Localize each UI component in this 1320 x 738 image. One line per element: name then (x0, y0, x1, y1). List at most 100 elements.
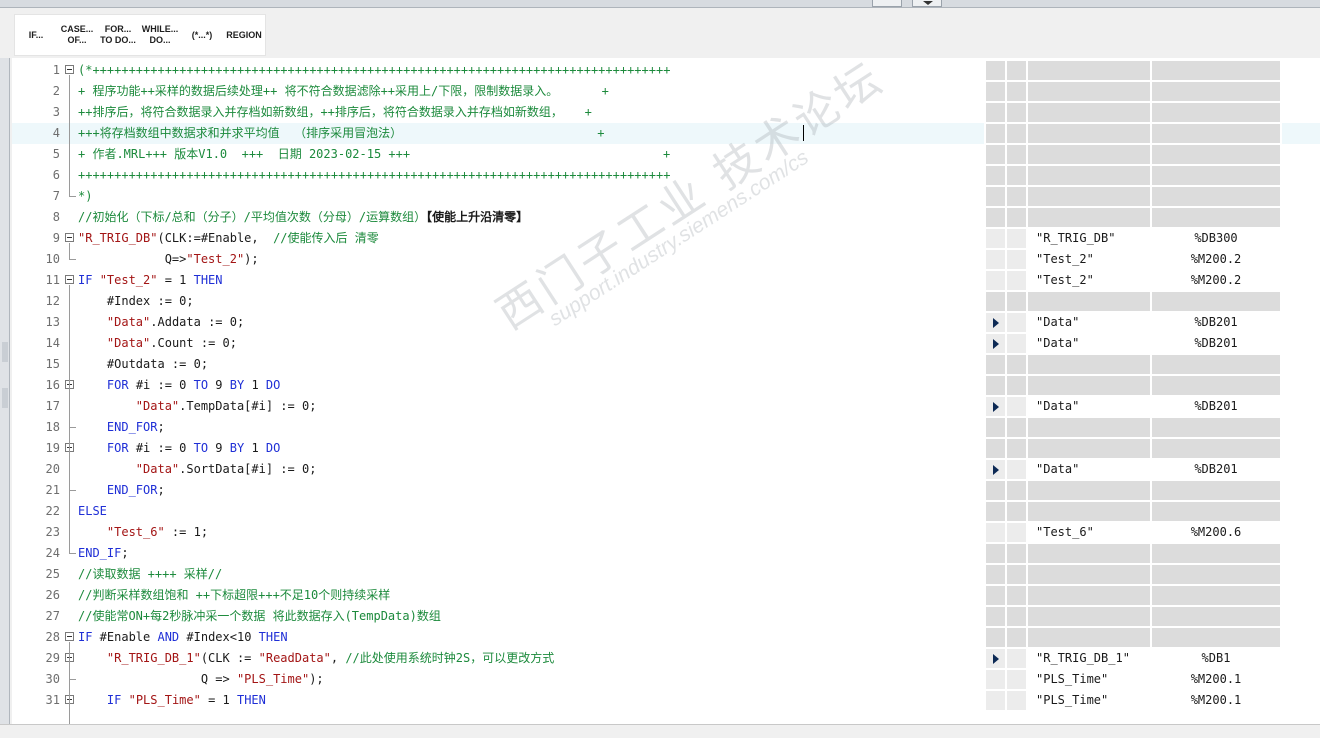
scl-code-editor[interactable]: 1 (*+++++++++++++++++++++++++++++++++++++… (12, 58, 1320, 724)
code-token: ; (121, 546, 129, 560)
comment-block-button[interactable]: (*...*) (181, 15, 223, 55)
expand-arrow-icon[interactable] (993, 465, 999, 475)
code-line[interactable]: 9 "R_TRIG_DB"(CLK:=#Enable, //使能传入后 清零 (12, 228, 984, 249)
reference-row[interactable]: "Test_2" %M200.2 (984, 270, 1282, 291)
code-line[interactable]: 18 END_FOR; (12, 417, 984, 438)
code-text: "Data".Addata := 0; (78, 312, 244, 333)
code-line[interactable]: 21 END_FOR; (12, 480, 984, 501)
code-line[interactable]: 12 #Index := 0; (12, 291, 984, 312)
reference-tag-name: "Data" (1036, 399, 1080, 413)
reference-cell (1028, 481, 1150, 500)
code-line[interactable]: 25 //读取数据 ++++ 采样// (12, 564, 984, 585)
expand-arrow-icon[interactable] (993, 654, 999, 664)
code-line[interactable]: 2 + 程序功能++采样的数据后续处理++ 将不符合数据滤除++采用上/下限，限制… (12, 81, 984, 102)
collapse-left-icon[interactable] (2, 342, 8, 362)
reference-cell (1152, 292, 1280, 311)
while-do-button[interactable]: WHILE... DO... (139, 15, 181, 55)
reference-cell (986, 208, 1005, 227)
reference-row (984, 102, 1282, 123)
code-line[interactable]: 22 ELSE (12, 501, 984, 522)
reference-row[interactable]: "PLS_Time" %M200.1 (984, 669, 1282, 690)
code-token: THEN (258, 630, 288, 644)
fold-collapse-icon[interactable] (65, 632, 74, 641)
code-line[interactable]: 26 //判断采样数组饱和 ++下标超限+++不足10个则持续采样 (12, 585, 984, 606)
code-line[interactable]: 1 (*+++++++++++++++++++++++++++++++++++++… (12, 60, 984, 81)
code-line[interactable]: 14 "Data".Count := 0; (12, 333, 984, 354)
fold-collapse-icon[interactable] (65, 275, 74, 284)
reference-cell (1028, 82, 1150, 101)
reference-cell (1007, 271, 1026, 290)
reference-row (984, 438, 1282, 459)
code-line[interactable]: 30 Q => "PLS_Time"); (12, 669, 984, 690)
line-number: 7 (52, 189, 60, 203)
code-line[interactable]: 15 #Outdata := 0; (12, 354, 984, 375)
code-line[interactable]: 3 ++排序后，将符合数据录入并存档如新数组，++排序后，将符合数据录入并存档如新… (12, 102, 984, 123)
left-collapse-bar[interactable] (0, 58, 10, 724)
region-button[interactable]: REGION (223, 15, 265, 55)
code-token: TO (193, 378, 209, 392)
horizontal-scrollbar[interactable] (0, 724, 1320, 738)
reference-row (984, 543, 1282, 564)
code-line[interactable]: 7 *) (12, 186, 984, 207)
reference-cell (1152, 82, 1280, 101)
expand-arrow-icon[interactable] (993, 402, 999, 412)
code-line[interactable]: 8 //初始化（下标/总和（分子）/平均值次数（分母）/运算数组）【使能上升沿清零… (12, 207, 984, 228)
code-line[interactable]: 11 IF "Test_2" = 1 THEN (12, 270, 984, 291)
code-line[interactable]: 31 IF "PLS_Time" = 1 THEN (12, 690, 984, 711)
code-line[interactable]: 23 "Test_6" := 1; (12, 522, 984, 543)
fold-collapse-icon[interactable] (65, 65, 74, 74)
reference-row[interactable]: "Data" %DB201 (984, 396, 1282, 417)
code-line[interactable]: 27 //使能常ON+每2秒脉冲采一个数据 将此数据存入(TempData)数组 (12, 606, 984, 627)
code-line[interactable]: 13 "Data".Addata := 0; (12, 312, 984, 333)
reference-row (984, 354, 1282, 375)
code-line[interactable]: 28 IF #Enable AND #Index<10 THEN (12, 627, 984, 648)
reference-cell (1028, 355, 1150, 374)
fold-guide-line (69, 75, 70, 196)
code-line[interactable]: 24 END_IF; (12, 543, 984, 564)
code-text: //初始化（下标/总和（分子）/平均值次数（分母）/运算数组）【使能上升沿清零】 (78, 207, 528, 228)
code-text: IF "Test_2" = 1 THEN (78, 270, 223, 291)
reference-row[interactable]: "Test_2" %M200.2 (984, 249, 1282, 270)
reference-row (984, 564, 1282, 585)
code-line[interactable]: 17 "Data".TempData[#i] := 0; (12, 396, 984, 417)
reference-address: %M200.1 (1190, 672, 1242, 686)
code-token: ; (157, 420, 165, 434)
code-line[interactable]: 5 + 作者.MRL+++ 版本V1.0 +++ 日期 2023-02-15 ++… (12, 144, 984, 165)
code-token: (CLK := (200, 651, 259, 665)
code-line[interactable]: 16 FOR #i := 0 TO 9 BY 1 DO (12, 375, 984, 396)
for-to-do-button[interactable]: FOR... TO DO... (97, 15, 139, 55)
code-text: (*++++++++++++++++++++++++++++++++++++++… (78, 60, 670, 81)
code-line[interactable]: 19 FOR #i := 0 TO 9 BY 1 DO (12, 438, 984, 459)
code-line[interactable]: 29 "R_TRIG_DB_1"(CLK := "ReadData", //此处… (12, 648, 984, 669)
reference-tag-name: "R_TRIG_DB_1" (1036, 651, 1130, 665)
fold-collapse-icon[interactable] (65, 233, 74, 242)
code-token: //判断采样数组饱和 ++下标超限+++不足10个则持续采样 (78, 588, 391, 602)
if-button[interactable]: IF... (15, 15, 57, 55)
reference-row[interactable]: "Data" %DB201 (984, 459, 1282, 480)
code-line[interactable]: 6 +++++++++++++++++++++++++++++++++++++++… (12, 165, 984, 186)
expand-arrow-icon[interactable] (993, 318, 999, 328)
reference-row (984, 186, 1282, 207)
reference-row (984, 207, 1282, 228)
code-text: IF "PLS_Time" = 1 THEN (78, 690, 266, 711)
instruction-toolbar-area: IF... CASE... OF... FOR... TO DO... WHIL… (0, 8, 1320, 58)
code-token: +++将存档数组中数据求和并求平均值 （排序采用冒泡法） + (78, 126, 605, 140)
reference-row[interactable]: "Test_6" %M200.6 (984, 522, 1282, 543)
expand-right-icon[interactable] (2, 388, 8, 408)
code-line[interactable]: 20 "Data".SortData[#i] := 0; (12, 459, 984, 480)
case-of-button[interactable]: CASE... OF... (57, 15, 97, 55)
reference-row[interactable]: "Data" %DB201 (984, 333, 1282, 354)
code-line[interactable]: 10 Q=>"Test_2"); (12, 249, 984, 270)
reference-row[interactable]: "R_TRIG_DB_1" %DB1 (984, 648, 1282, 669)
expand-arrow-icon[interactable] (993, 339, 999, 349)
reference-cell (986, 586, 1005, 605)
reference-row[interactable]: "Data" %DB201 (984, 312, 1282, 333)
code-token: "Data" (135, 399, 180, 413)
reference-row[interactable]: "R_TRIG_DB" %DB300 (984, 228, 1282, 249)
splitter-handle[interactable] (872, 0, 902, 7)
splitter-collapse-arrow[interactable] (912, 0, 942, 7)
reference-row[interactable]: "PLS_Time" %M200.1 (984, 690, 1282, 711)
code-text: END_IF; (78, 543, 129, 564)
